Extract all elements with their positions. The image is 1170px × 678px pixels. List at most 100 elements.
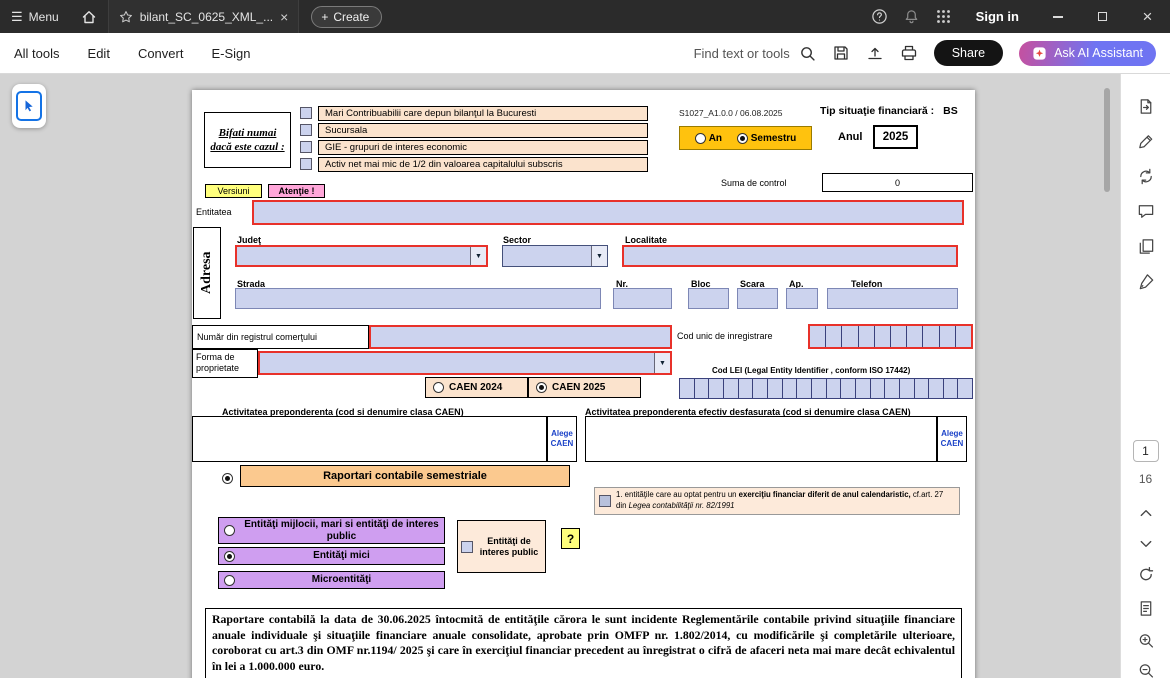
interes-public-checkbox[interactable] (461, 541, 473, 553)
organize-pages-icon[interactable] (1136, 237, 1155, 256)
anul-input[interactable]: 2025 (873, 125, 918, 149)
entitati-mici-radio[interactable] (224, 551, 235, 562)
an-label: An (709, 133, 722, 144)
find-tools-button[interactable]: Find text or tools (694, 45, 816, 62)
nr-input[interactable] (613, 288, 672, 309)
chevron-down-icon[interactable]: ▼ (470, 247, 486, 265)
alege-caen-button-2[interactable]: Alege CAEN (937, 416, 967, 462)
entitatea-input[interactable] (252, 200, 964, 225)
notifications-button[interactable] (896, 0, 928, 33)
menu-edit[interactable]: Edit (88, 46, 110, 61)
microentitati-option[interactable]: Microentităţi (218, 571, 445, 589)
chevron-down-icon[interactable] (1138, 536, 1153, 551)
vertical-scrollbar-thumb[interactable] (1104, 88, 1110, 192)
sector-select[interactable]: ▼ (502, 245, 608, 267)
hamburger-icon: ☰ (11, 9, 23, 25)
menu-esign[interactable]: E-Sign (211, 46, 250, 61)
gie-checkbox[interactable] (300, 141, 312, 153)
bloc-input[interactable] (688, 288, 729, 309)
ap-input[interactable] (786, 288, 818, 309)
raportari-radio[interactable] (222, 473, 233, 484)
versiuni-button[interactable]: Versiuni (205, 184, 262, 198)
export-pdf-icon[interactable] (1136, 97, 1155, 116)
menu-all-tools[interactable]: All tools (14, 46, 60, 61)
microentitati-radio[interactable] (224, 575, 235, 586)
judet-select[interactable]: ▼ (235, 245, 488, 267)
caen2025-label: CAEN 2025 (552, 382, 605, 393)
comment-icon[interactable] (1136, 202, 1155, 221)
checkbox-label-text: Sucursala (325, 125, 367, 136)
caen2025-radio[interactable] (536, 382, 547, 393)
refresh-icon[interactable] (1137, 566, 1154, 583)
nota-bold: exerciţiu financiar diferit de anul cale… (739, 490, 911, 499)
telefon-input[interactable] (827, 288, 958, 309)
create-button[interactable]: + Create (311, 6, 382, 28)
caen2024-option[interactable]: CAEN 2024 (425, 377, 528, 398)
share-button[interactable]: Share (934, 40, 1003, 66)
selection-tool-button[interactable] (16, 91, 42, 121)
sucursala-checkbox[interactable] (300, 124, 312, 136)
fill-sign-icon[interactable] (1136, 272, 1155, 291)
document-area: Bifati numai dacă este cazul : Mari Cont… (0, 74, 1120, 678)
semestru-radio[interactable] (737, 133, 748, 144)
help-question-button[interactable]: ? (561, 528, 580, 549)
tab-close-icon[interactable]: × (280, 9, 288, 25)
minimize-button[interactable] (1035, 0, 1080, 33)
tip-label: Tip situaţie financiară : (820, 105, 934, 117)
maximize-button[interactable] (1080, 0, 1125, 33)
chevron-down-icon[interactable]: ▼ (591, 246, 607, 266)
chevron-up-icon[interactable] (1138, 506, 1153, 521)
edit-pdf-icon[interactable] (1136, 132, 1155, 151)
apps-grid-button[interactable] (928, 0, 960, 33)
caen2025-option[interactable]: CAEN 2025 (528, 377, 641, 398)
mari-contribuabili-checkbox[interactable] (300, 107, 312, 119)
save-button[interactable] (832, 44, 850, 62)
print-button[interactable] (900, 44, 918, 62)
entitati-mici-option[interactable]: Entităţi mici (218, 547, 445, 565)
checkbox-label: Activ net mai mic de 1/2 din valoarea ca… (318, 157, 648, 172)
registru-input[interactable] (369, 325, 672, 349)
page-view-icon[interactable] (1137, 600, 1154, 617)
zoom-out-icon[interactable] (1137, 662, 1154, 678)
activ-net-checkbox[interactable] (300, 158, 312, 170)
help-button[interactable] (864, 0, 896, 33)
suma-input[interactable]: 0 (822, 173, 973, 192)
strada-input[interactable] (235, 288, 601, 309)
help-icon (871, 8, 888, 25)
scara-input[interactable] (737, 288, 778, 309)
sign-in-button[interactable]: Sign in (976, 9, 1019, 24)
titlebar: ☰ Menu bilant_SC_0625_XML_... × + Create… (0, 0, 1170, 33)
home-button[interactable] (70, 0, 108, 33)
exercitiu-diferit-checkbox[interactable] (599, 495, 611, 507)
an-radio[interactable] (695, 133, 706, 144)
an-option[interactable]: An (695, 133, 722, 144)
ai-assistant-icon (1032, 46, 1047, 61)
close-icon: × (1143, 7, 1153, 27)
current-page-indicator[interactable]: 1 (1133, 440, 1159, 462)
menu-convert[interactable]: Convert (138, 46, 184, 61)
localitate-input[interactable] (622, 245, 958, 267)
atentie-button[interactable]: Atenţie ! (268, 184, 325, 198)
menu-button[interactable]: ☰ Menu (0, 0, 70, 33)
entitati-mijlocii-option[interactable]: Entităţi mijlocii, mari si entităţi de i… (218, 517, 445, 544)
entitati-mijlocii-radio[interactable] (224, 525, 235, 536)
forma-select[interactable]: ▼ (258, 351, 672, 375)
maximize-icon (1098, 12, 1107, 21)
semestru-option[interactable]: Semestru (737, 133, 797, 144)
ai-assistant-button[interactable]: Ask AI Assistant (1019, 41, 1156, 66)
star-icon (119, 10, 133, 24)
alege-caen-button-1[interactable]: Alege CAEN (547, 416, 577, 462)
upload-cloud-button[interactable] (866, 44, 884, 62)
document-tab[interactable]: bilant_SC_0625_XML_... × (108, 0, 300, 33)
caen2024-label: CAEN 2024 (449, 382, 502, 393)
registru-label: Număr din registrul comerţului (192, 325, 369, 349)
zoom-in-icon[interactable] (1137, 632, 1154, 649)
cui-comb-input[interactable] (808, 324, 973, 349)
lei-comb-input[interactable] (679, 378, 973, 399)
activitate2-input[interactable] (585, 416, 937, 462)
close-button[interactable]: × (1125, 0, 1170, 33)
convert-pdf-icon[interactable] (1136, 167, 1155, 186)
activitate1-input[interactable] (192, 416, 547, 462)
caen2024-radio[interactable] (433, 382, 444, 393)
chevron-down-icon[interactable]: ▼ (654, 353, 670, 373)
